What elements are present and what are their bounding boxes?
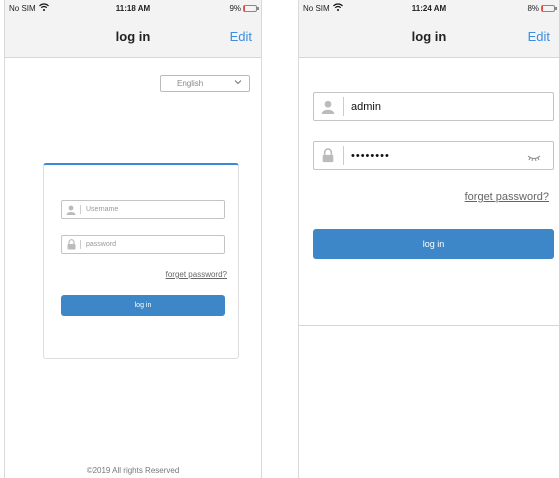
username-value: admin (351, 100, 381, 113)
page-title: log in (115, 29, 151, 44)
lock-icon (62, 236, 80, 253)
user-icon (314, 93, 342, 120)
nav-bar: log in Edit (299, 18, 559, 58)
language-select[interactable]: English (160, 75, 250, 92)
status-bar: No SIM 11:18 AM 9% (5, 0, 261, 18)
edit-button[interactable]: Edit (230, 29, 252, 44)
battery-indicator: 9% (229, 4, 259, 13)
battery-indicator: 8% (527, 4, 557, 13)
language-selected: English (177, 79, 204, 88)
login-card: Username password forget password? log i… (43, 163, 239, 359)
lock-icon (314, 142, 342, 169)
clock: 11:24 AM (411, 4, 447, 13)
password-input[interactable]: password (61, 235, 225, 254)
clock: 11:18 AM (115, 4, 151, 13)
password-input[interactable]: •••••••• (313, 141, 554, 170)
user-icon (62, 201, 80, 218)
copyright-footer: ©2019 All rights Reserved (86, 466, 180, 475)
edit-button[interactable]: Edit (528, 29, 550, 44)
field-divider (343, 146, 344, 165)
field-divider (80, 205, 81, 214)
login-button[interactable]: log in (313, 229, 554, 259)
battery-icon (541, 5, 557, 12)
login-button[interactable]: log in (61, 295, 225, 316)
username-input[interactable]: admin (313, 92, 554, 121)
page-title: log in (411, 29, 447, 44)
field-divider (343, 97, 344, 116)
eye-closed-icon[interactable] (527, 149, 541, 167)
status-bar: No SIM 11:24 AM 8% (299, 0, 559, 18)
battery-percent: 9% (229, 4, 241, 13)
nav-bar: log in Edit (5, 18, 261, 58)
forgot-password-link[interactable]: forget password? (465, 191, 549, 203)
divider (299, 325, 559, 326)
battery-icon (243, 5, 259, 12)
phone-screen-login-2: No SIM 11:24 AM 8% log in Edit admin •••… (298, 0, 559, 478)
username-input[interactable]: Username (61, 200, 225, 219)
password-masked-value: •••••••• (351, 149, 390, 162)
phone-screen-login-1: No SIM 11:18 AM 9% log in Edit English U… (4, 0, 262, 478)
username-placeholder: Username (86, 206, 119, 213)
chevron-down-icon (234, 78, 242, 88)
field-divider (80, 240, 81, 249)
password-placeholder: password (86, 241, 116, 248)
forgot-password-link[interactable]: forget password? (166, 270, 227, 279)
battery-percent: 8% (527, 4, 539, 13)
